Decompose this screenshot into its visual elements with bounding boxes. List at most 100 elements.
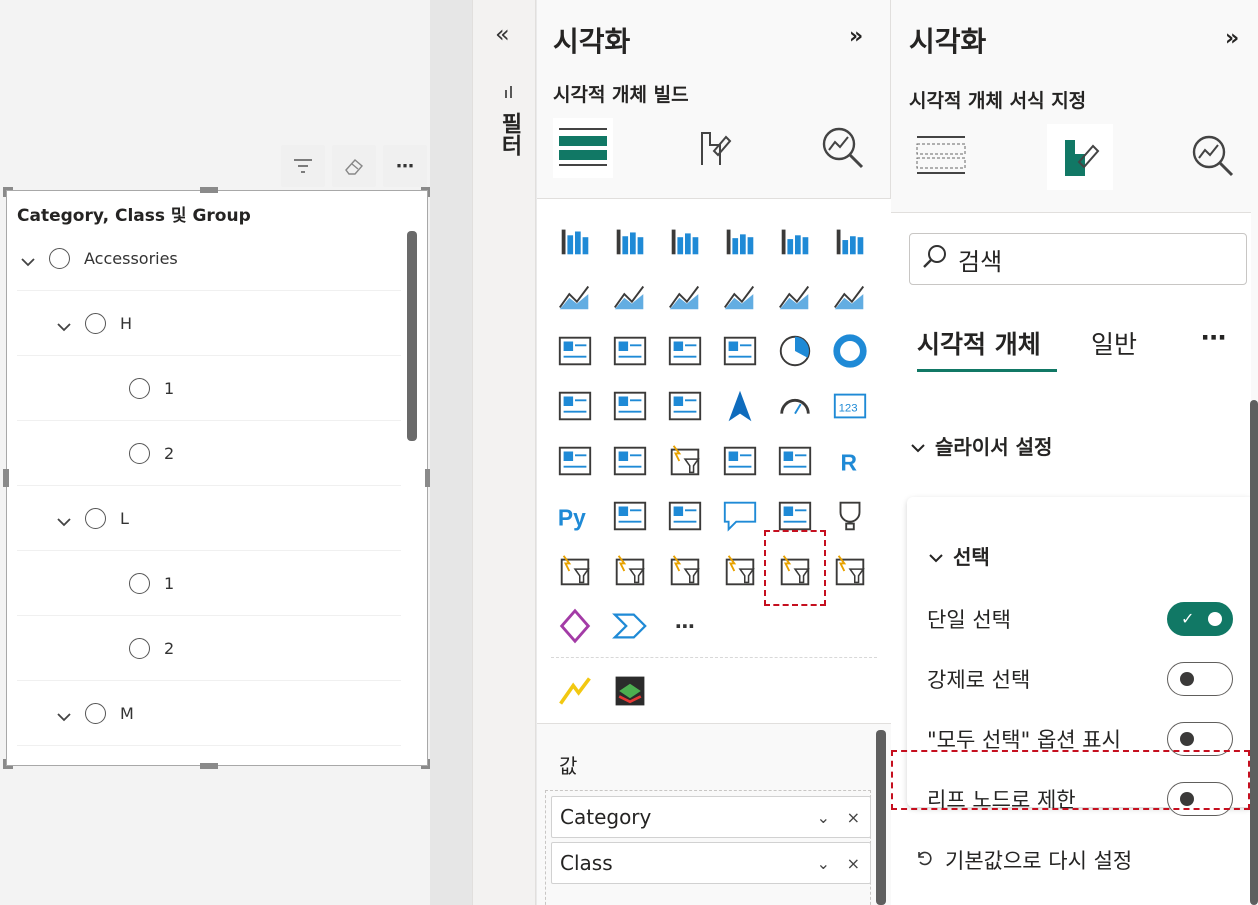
- azure-map-icon[interactable]: [720, 386, 760, 426]
- hierarchy-slicer[interactable]: Category, Class 및 Group Accessories H 1 2 L 1…: [3, 187, 431, 769]
- scatter-icon[interactable]: [720, 331, 760, 371]
- build-visual-icon[interactable]: [911, 126, 971, 186]
- filters-pane-collapsed[interactable]: « 필터: [472, 0, 536, 905]
- treemap-icon[interactable]: [555, 386, 595, 426]
- line-clustered-column-icon[interactable]: [830, 276, 870, 316]
- clustered-column-icon[interactable]: [720, 221, 760, 261]
- tree-row[interactable]: H: [17, 292, 401, 356]
- selection-radio[interactable]: [85, 508, 106, 529]
- tab-general[interactable]: 일반: [1091, 325, 1137, 361]
- goals-icon[interactable]: [830, 496, 870, 536]
- selection-radio[interactable]: [85, 313, 106, 334]
- area-chart-icon[interactable]: [610, 276, 650, 316]
- field-class[interactable]: Class ⌄ ×: [551, 842, 871, 884]
- donut-chart-icon[interactable]: [830, 331, 870, 371]
- line-chart-icon[interactable]: [555, 276, 595, 316]
- decomposition-tree-icon[interactable]: [665, 496, 705, 536]
- 100-stacked-bar-icon[interactable]: [775, 221, 815, 261]
- selection-radio[interactable]: [129, 443, 150, 464]
- gauge-icon[interactable]: [775, 386, 815, 426]
- tree-row[interactable]: M: [17, 682, 401, 746]
- chevron-down-icon[interactable]: ⌄: [817, 854, 830, 873]
- arcgis-map-icon[interactable]: [830, 551, 870, 591]
- power-apps-icon[interactable]: [555, 606, 595, 646]
- chevron-down-icon[interactable]: ⌄: [817, 808, 830, 827]
- clustered-bar-icon[interactable]: [665, 221, 705, 261]
- chevron-down-icon[interactable]: [57, 317, 71, 331]
- resize-handle[interactable]: [200, 187, 218, 193]
- option-toggle[interactable]: ✓: [1167, 602, 1233, 636]
- pane-scrollbar[interactable]: [876, 730, 886, 905]
- more-options-icon[interactable]: ⋯: [1201, 323, 1226, 352]
- custom-visual-1-icon[interactable]: [555, 671, 595, 711]
- format-visual-icon[interactable]: [685, 118, 745, 178]
- slicer-settings-header[interactable]: 슬라이서 설정: [911, 431, 1052, 460]
- eraser-icon[interactable]: [332, 145, 376, 187]
- python-visual-icon[interactable]: Py: [555, 496, 595, 536]
- kpi-icon[interactable]: [610, 441, 650, 481]
- collapse-icon[interactable]: «: [495, 20, 510, 48]
- tree-row[interactable]: L: [17, 487, 401, 551]
- funnel-icon[interactable]: [665, 331, 705, 371]
- table-icon[interactable]: [720, 441, 760, 481]
- button-slicer-icon[interactable]: [720, 551, 760, 591]
- map-icon[interactable]: [610, 386, 650, 426]
- selection-radio[interactable]: [129, 378, 150, 399]
- remove-field-icon[interactable]: ×: [847, 808, 860, 827]
- tree-row[interactable]: 2: [17, 422, 401, 486]
- chevron-down-icon[interactable]: [57, 512, 71, 526]
- custom-visual-2-icon[interactable]: [610, 671, 650, 711]
- selection-radio[interactable]: [129, 573, 150, 594]
- expand-icon[interactable]: »: [1225, 26, 1239, 51]
- chevron-down-icon[interactable]: [57, 707, 71, 721]
- new-card-icon[interactable]: [610, 551, 650, 591]
- paginated-report-icon[interactable]: [555, 551, 595, 591]
- qa-icon[interactable]: [720, 496, 760, 536]
- search-input[interactable]: 검색: [909, 233, 1247, 285]
- 100-stacked-column-icon[interactable]: [830, 221, 870, 261]
- matrix-icon[interactable]: [775, 441, 815, 481]
- format-visual-icon[interactable]: [1047, 124, 1113, 190]
- tree-row[interactable]: 1: [17, 357, 401, 421]
- waterfall-icon[interactable]: [610, 331, 650, 371]
- pie-chart-icon[interactable]: [775, 331, 815, 371]
- tree-row[interactable]: 1: [17, 552, 401, 616]
- resize-handle[interactable]: [200, 763, 218, 769]
- option-toggle[interactable]: [1167, 662, 1233, 696]
- selection-radio[interactable]: [129, 638, 150, 659]
- reset-to-default-button[interactable]: 기본값으로 다시 설정: [915, 845, 1132, 875]
- tree-row[interactable]: 2: [17, 617, 401, 681]
- line-stacked-column-icon[interactable]: [775, 276, 815, 316]
- stacked-column-icon[interactable]: [610, 221, 650, 261]
- r-visual-icon[interactable]: R: [830, 441, 870, 481]
- analytics-icon[interactable]: [1183, 126, 1243, 186]
- resize-corner[interactable]: [3, 759, 13, 769]
- card-icon[interactable]: 123: [830, 386, 870, 426]
- more-options-icon[interactable]: ⋯: [383, 145, 427, 187]
- slicer-scrollbar[interactable]: [407, 231, 417, 441]
- analytics-icon[interactable]: [813, 118, 873, 178]
- multi-row-card-icon[interactable]: [555, 441, 595, 481]
- field-category[interactable]: Category ⌄ ×: [551, 796, 871, 838]
- ribbon-chart-icon[interactable]: [555, 331, 595, 371]
- chevron-down-icon[interactable]: [21, 252, 35, 266]
- power-automate-icon[interactable]: [610, 606, 650, 646]
- selection-header[interactable]: 선택: [929, 541, 990, 570]
- tree-row[interactable]: Accessories: [17, 227, 401, 291]
- expand-icon[interactable]: »: [849, 24, 863, 49]
- stacked-area-icon[interactable]: [665, 276, 705, 316]
- selection-radio[interactable]: [49, 248, 70, 269]
- resize-handle[interactable]: [3, 469, 9, 487]
- tab-visual[interactable]: 시각적 개체: [917, 325, 1041, 361]
- build-visual-icon[interactable]: [553, 118, 613, 178]
- selection-radio[interactable]: [85, 703, 106, 724]
- filled-map-icon[interactable]: [665, 386, 705, 426]
- filter-icon[interactable]: [281, 145, 325, 187]
- resize-corner[interactable]: [3, 187, 13, 197]
- slicer-icon[interactable]: [665, 441, 705, 481]
- remove-field-icon[interactable]: ×: [847, 854, 860, 873]
- key-influencers-icon[interactable]: [610, 496, 650, 536]
- stacked-bar-icon[interactable]: [555, 221, 595, 261]
- new-slicer-icon[interactable]: [665, 551, 705, 591]
- pane-scrollbar[interactable]: [1250, 400, 1258, 905]
